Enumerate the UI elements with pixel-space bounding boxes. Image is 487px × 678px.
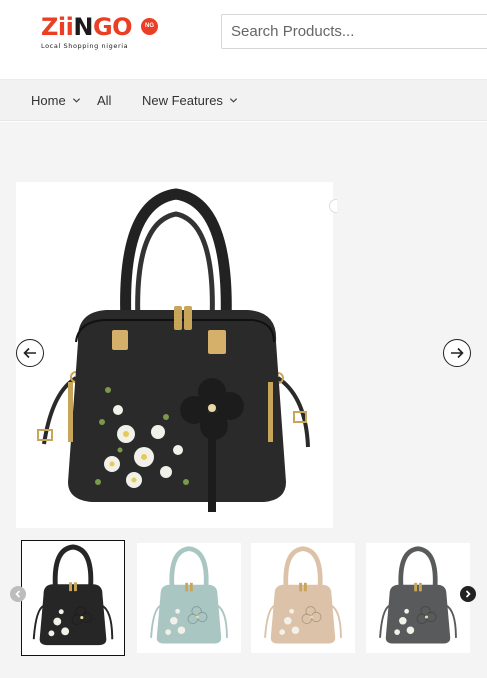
chevron-right-icon bbox=[465, 590, 471, 598]
zoom-handle[interactable] bbox=[329, 199, 337, 213]
handbag-thumb-icon bbox=[379, 546, 457, 644]
thumbnail-grey[interactable] bbox=[366, 543, 470, 653]
thumbnail-strip bbox=[0, 540, 487, 660]
nav-item-label: Home bbox=[31, 93, 66, 108]
chevron-down-icon bbox=[72, 98, 80, 103]
arrow-right-icon bbox=[451, 347, 464, 359]
nav-item-new-features[interactable]: New Features bbox=[142, 80, 238, 121]
product-main-image[interactable] bbox=[16, 182, 333, 528]
handbag-thumb-icon bbox=[264, 546, 342, 644]
nav-item-label: New Features bbox=[142, 93, 223, 108]
thumbnail-beige[interactable] bbox=[251, 543, 355, 653]
carousel-prev-button[interactable] bbox=[16, 339, 44, 367]
nav-item-all[interactable]: All bbox=[97, 80, 111, 121]
logo-tagline: Local Shopping nigeria bbox=[41, 42, 129, 50]
logo-badge: NG bbox=[141, 18, 158, 35]
thumbnail-black[interactable] bbox=[21, 540, 125, 656]
handbag-thumb-icon bbox=[150, 546, 228, 644]
nav-item-home[interactable]: Home bbox=[31, 80, 81, 121]
site-header: ZiiNGO NG Local Shopping nigeria bbox=[0, 0, 487, 80]
handbag-thumb-icon bbox=[32, 544, 114, 646]
arrow-left-icon bbox=[23, 347, 36, 359]
thumbnail-prev-button[interactable] bbox=[10, 586, 26, 602]
nav-item-label: All bbox=[97, 93, 112, 108]
search-input[interactable] bbox=[221, 14, 487, 49]
chevron-down-icon bbox=[229, 98, 237, 103]
handbag-icon bbox=[37, 188, 310, 512]
thumbnail-next-button[interactable] bbox=[460, 586, 476, 602]
chevron-left-icon bbox=[15, 590, 21, 598]
site-logo[interactable]: ZiiNGO NG Local Shopping nigeria bbox=[41, 13, 161, 57]
carousel-next-button[interactable] bbox=[443, 339, 471, 367]
thumbnail-mint[interactable] bbox=[137, 543, 241, 653]
product-gallery bbox=[0, 122, 487, 678]
main-nav: Home All New Features bbox=[0, 80, 487, 121]
